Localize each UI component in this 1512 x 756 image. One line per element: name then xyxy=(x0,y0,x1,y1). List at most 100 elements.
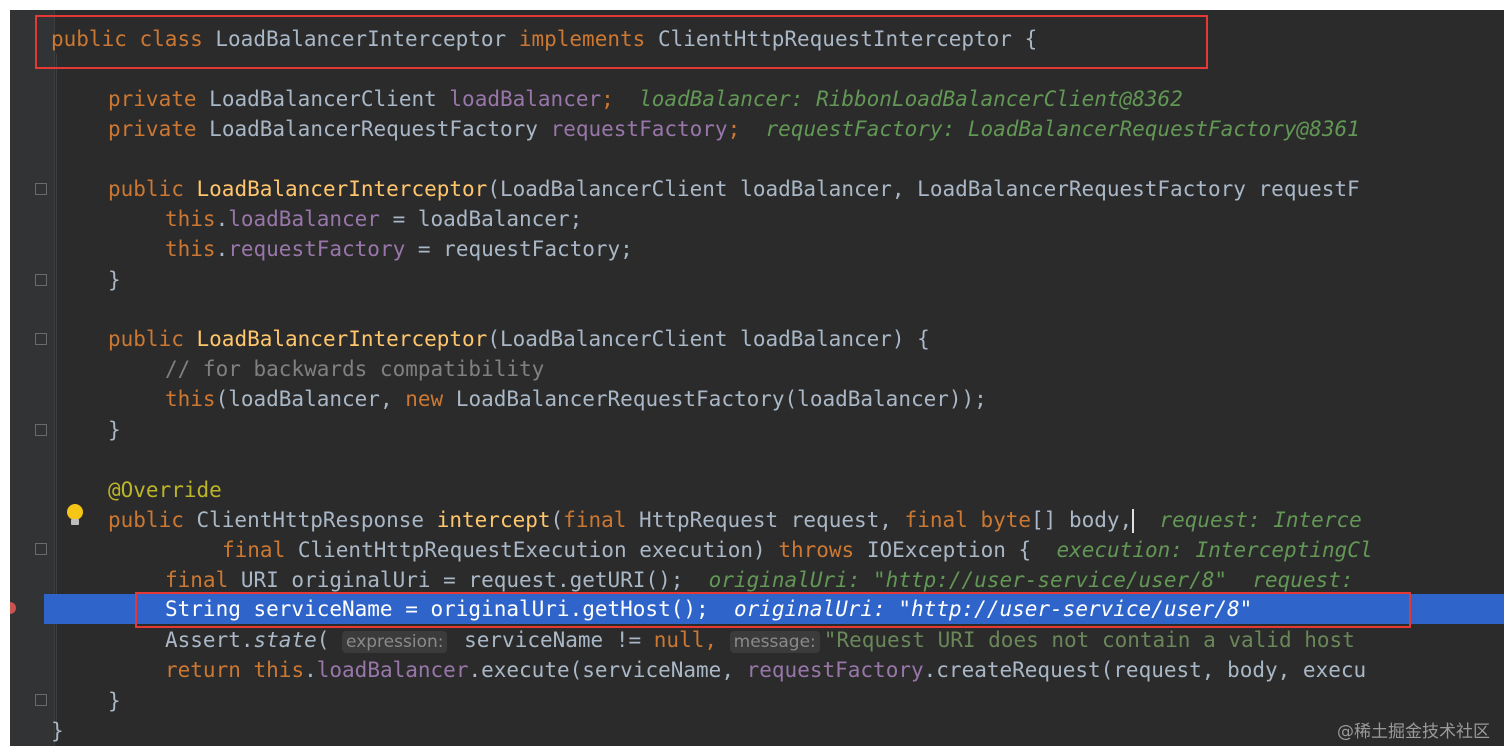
fold-marker-icon[interactable] xyxy=(35,183,47,195)
string-literal: "Request URI does not contain a valid ho… xyxy=(823,628,1355,652)
return-type: ClientHttpResponse xyxy=(183,508,437,532)
debug-inline-value: request: Interce xyxy=(1159,508,1362,532)
code-line-field-requestfactory[interactable]: private LoadBalancerRequestFactory reque… xyxy=(108,114,1360,144)
statement-part: (loadBalancer, xyxy=(215,387,406,411)
field-name: loadBalancer xyxy=(228,207,380,231)
code-line-constructor-1[interactable]: public LoadBalancerInterceptor(LoadBalan… xyxy=(108,174,1360,204)
method-name: intercept xyxy=(436,508,551,532)
brace: } xyxy=(108,418,121,442)
comma: , xyxy=(704,628,730,652)
debug-inline-value: request: xyxy=(1252,568,1367,592)
code-line-comment[interactable]: // for backwards compatibility xyxy=(165,354,544,384)
dot: . xyxy=(215,207,229,231)
code-line-close-brace[interactable]: } xyxy=(108,686,121,716)
statement-rest: .createRequest(request, body, execu xyxy=(923,658,1367,682)
keyword: byte xyxy=(980,508,1032,532)
type-name: LoadBalancerClient xyxy=(209,87,437,111)
dot: . xyxy=(304,658,317,682)
code-line-annotation[interactable]: @Override xyxy=(108,475,222,505)
code-line-assign-requestfactory[interactable]: this.requestFactory = requestFactory; xyxy=(165,234,633,264)
field-name: loadBalancer xyxy=(449,87,602,111)
code-line-this-call[interactable]: this(loadBalancer, new LoadBalancerReque… xyxy=(165,384,987,414)
keyword: throws xyxy=(778,538,855,562)
code-line-class-close-brace[interactable]: } xyxy=(51,716,64,746)
field-name: requestFactory xyxy=(550,117,728,141)
debug-inline-value: loadBalancer: RibbonLoadBalancerClient@8… xyxy=(639,87,1183,111)
parameter: ClientHttpRequestExecution execution) xyxy=(285,538,779,562)
keyword: this xyxy=(165,207,216,231)
keyword: private xyxy=(108,117,197,141)
parameter-list: (LoadBalancerClient loadBalancer) { xyxy=(487,327,930,351)
lightbulb-icon[interactable] xyxy=(64,502,86,528)
code-editor[interactable]: public class LoadBalancerInterceptor imp… xyxy=(10,10,1504,746)
fold-marker-icon[interactable] xyxy=(35,543,47,555)
field-name: requestFactory xyxy=(746,658,924,682)
debug-inline-value: execution: InterceptingCl xyxy=(1056,538,1373,562)
paren: ( xyxy=(316,628,330,652)
statement-rest: = loadBalancer; xyxy=(379,207,583,231)
code-line-get-uri[interactable]: final URI originalUri = request.getURI()… xyxy=(165,565,1366,595)
parameter-hint: expression: xyxy=(342,631,448,653)
gutter-divider xyxy=(54,10,55,746)
type-name: LoadBalancerRequestFactory xyxy=(209,117,538,141)
code-line-close-brace[interactable]: } xyxy=(108,265,121,295)
field-name: loadBalancer xyxy=(316,658,469,682)
paren: ( xyxy=(550,508,564,532)
code-line-constructor-2[interactable]: public LoadBalancerInterceptor(LoadBalan… xyxy=(108,324,930,354)
brace: } xyxy=(108,268,121,292)
code-line-return[interactable]: return this.loadBalancer.execute(service… xyxy=(165,655,1366,685)
brace: } xyxy=(51,719,64,743)
watermark: @稀土掘金技术社区 xyxy=(1337,722,1490,742)
code-line-method-signature-cont[interactable]: final ClientHttpRequestExecution executi… xyxy=(222,535,1373,565)
text-caret xyxy=(1132,509,1135,533)
keyword: new xyxy=(405,387,444,411)
keyword: this xyxy=(165,237,216,261)
keyword: final xyxy=(904,508,968,532)
expression: serviceName != xyxy=(451,628,654,652)
method-name: state xyxy=(253,628,317,652)
code-line-field-loadbalancer[interactable]: private LoadBalancerClient loadBalancer;… xyxy=(108,84,1183,114)
keyword: public xyxy=(108,327,184,351)
exception-type: IOException { xyxy=(854,538,1032,562)
debug-inline-value: requestFactory: LoadBalancerRequestFacto… xyxy=(765,117,1360,141)
keyword: public xyxy=(108,177,184,201)
class-ref: Assert. xyxy=(165,628,254,652)
statement-part: .execute(serviceName, xyxy=(468,658,747,682)
keyword: this xyxy=(253,658,305,682)
constructor-name: LoadBalancerInterceptor xyxy=(196,327,488,351)
field-name: requestFactory xyxy=(228,237,406,261)
semicolon: ; xyxy=(727,117,741,141)
fold-marker-icon[interactable] xyxy=(35,274,47,286)
keyword: null xyxy=(653,628,705,652)
fold-marker-icon[interactable] xyxy=(35,333,47,345)
highlight-box-class-declaration xyxy=(35,15,1208,69)
statement-rest: LoadBalancerRequestFactory(loadBalancer)… xyxy=(443,387,987,411)
code-line-close-brace[interactable]: } xyxy=(108,415,121,445)
statement: URI originalUri = request.getURI(); xyxy=(228,568,684,592)
parameter: HttpRequest request, xyxy=(626,508,905,532)
fold-marker-icon[interactable] xyxy=(35,694,47,706)
highlight-box-execution-line xyxy=(135,592,1411,628)
keyword: private xyxy=(108,87,197,111)
brace: } xyxy=(108,689,121,713)
constructor-name: LoadBalancerInterceptor xyxy=(196,177,488,201)
code-line-assign-loadbalancer[interactable]: this.loadBalancer = loadBalancer; xyxy=(165,204,582,234)
statement-rest: = requestFactory; xyxy=(405,237,633,261)
indent-guide xyxy=(56,54,57,734)
keyword: public xyxy=(108,508,184,532)
debug-inline-value: originalUri: "http://user-service/user/8… xyxy=(708,568,1228,592)
dot: . xyxy=(215,237,229,261)
code-line-method-signature[interactable]: public ClientHttpResponse intercept(fina… xyxy=(108,505,1362,535)
keyword: final xyxy=(165,568,229,592)
keyword: final xyxy=(563,508,627,532)
keyword: return xyxy=(165,658,241,682)
parameter: [] body, xyxy=(1031,508,1133,532)
parameter-hint: message: xyxy=(729,631,820,653)
code-line-assert[interactable]: Assert.state( expression: serviceName !=… xyxy=(165,625,1355,655)
fold-marker-icon[interactable] xyxy=(35,424,47,436)
page: { "code": { "class_decl": { "kw_public":… xyxy=(0,0,1512,756)
annotation: @Override xyxy=(108,478,222,502)
editor-gutter[interactable] xyxy=(10,10,54,746)
